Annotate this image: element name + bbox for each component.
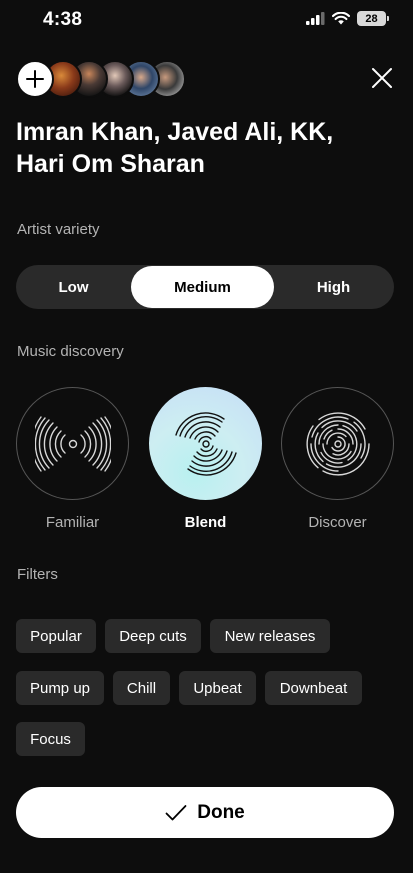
filter-chip-popular[interactable]: Popular: [16, 619, 96, 653]
filter-chip-downbeat[interactable]: Downbeat: [265, 671, 362, 705]
checkmark-icon: [165, 804, 187, 820]
filters-label: Filters: [17, 566, 58, 583]
discover-label: Discover: [308, 514, 367, 531]
wifi-icon: [332, 12, 350, 25]
battery-icon: 28: [357, 11, 389, 26]
done-label: Done: [197, 801, 245, 823]
blend-circle: [149, 387, 262, 500]
filter-chip-chill[interactable]: Chill: [113, 671, 170, 705]
plus-icon: [26, 70, 44, 88]
header: [16, 59, 397, 101]
artist-variety-label: Artist variety: [17, 221, 100, 238]
discovery-option-familiar[interactable]: Familiar: [16, 387, 129, 531]
variety-option-high[interactable]: High: [276, 265, 391, 309]
familiar-icon: [34, 415, 111, 472]
status-bar: 4:38 28: [0, 0, 413, 42]
add-artist-button[interactable]: [16, 60, 54, 98]
music-discovery-label: Music discovery: [17, 343, 124, 360]
filter-chip-upbeat[interactable]: Upbeat: [179, 671, 256, 705]
status-icons: 28: [306, 11, 389, 26]
close-button[interactable]: [371, 67, 393, 89]
filter-chip-pump-up[interactable]: Pump up: [16, 671, 104, 705]
discover-icon: [305, 411, 370, 476]
blend-icon: [174, 411, 237, 476]
variety-option-low[interactable]: Low: [16, 265, 131, 309]
cellular-signal-icon: [306, 12, 325, 25]
discovery-option-discover[interactable]: Discover: [281, 387, 394, 531]
filter-chip-deep-cuts[interactable]: Deep cuts: [105, 619, 201, 653]
status-time: 4:38: [43, 9, 83, 30]
filter-chip-focus[interactable]: Focus: [16, 722, 85, 756]
page-title: Imran Khan, Javed Ali, KK, Hari Om Shara…: [16, 118, 334, 178]
close-icon: [372, 68, 392, 88]
familiar-label: Familiar: [45, 514, 100, 531]
done-button[interactable]: Done: [16, 787, 394, 838]
discover-circle: [281, 387, 394, 500]
variety-option-medium[interactable]: Medium: [131, 266, 274, 308]
filter-chip-new-releases[interactable]: New releases: [210, 619, 330, 653]
familiar-circle: [16, 387, 129, 500]
artist-variety-selector: Low Medium High: [16, 265, 394, 309]
discovery-option-blend[interactable]: Blend: [149, 387, 262, 531]
blend-label: Blend: [184, 514, 227, 531]
